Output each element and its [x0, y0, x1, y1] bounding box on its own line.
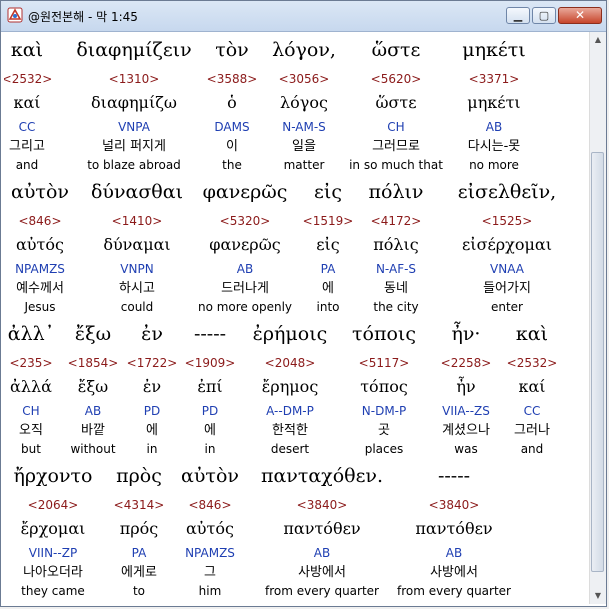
word-korean-1-6: 다시는-못 — [467, 139, 521, 154]
word-greek-2-6: εἰσελθεῖν, — [457, 181, 557, 203]
app-logo-icon — [7, 7, 23, 23]
scroll-down-arrow-icon[interactable]: ▼ — [591, 588, 605, 604]
scrollbar-thumb[interactable] — [591, 152, 604, 572]
word-lemma-1-6: μηκέτι — [467, 93, 521, 112]
word-lemma-2-6: εἰσέρχομαι — [462, 235, 552, 254]
minimize-button[interactable]: ▁ — [506, 7, 530, 24]
minimize-icon: ▁ — [513, 9, 523, 22]
vertical-scrollbar[interactable]: ▲ ▼ — [589, 32, 606, 604]
word-greek-4-5: ----- — [437, 465, 471, 487]
word-strong-4-5[interactable]: <3840> — [364, 497, 544, 513]
word-lemma-3-8: καί — [518, 377, 546, 396]
app-window: @원전본해 - 막 1:45 ▁ ▢ ✕ καὶ <2532> καί CC 그리고 an… — [0, 0, 607, 607]
word-english-2-6: enter — [490, 300, 523, 314]
word-greek-3-8: καὶ — [515, 323, 549, 345]
word-korean-3-8: 그러나 — [514, 423, 550, 438]
word-parse-1-6: AB — [485, 120, 503, 134]
window-title: @원전본해 - 막 1:45 — [28, 10, 138, 24]
maximize-button[interactable]: ▢ — [532, 7, 556, 24]
word-parse-4-5: AB — [445, 546, 463, 560]
word-parse-2-6: VNAA — [490, 262, 524, 276]
word-greek-1-6: μηκέτι — [462, 39, 526, 61]
word-parse-3-8: CC — [523, 404, 541, 418]
close-button[interactable]: ✕ — [558, 7, 602, 24]
word-korean-2-6: 들어가지 — [483, 281, 531, 296]
word-strong-3-8[interactable]: <2532> — [442, 355, 589, 371]
interlinear-text-view[interactable]: καὶ <2532> καί CC 그리고 and διαφημίζειν <1310> δια… — [4, 32, 589, 604]
word-lemma-4-5: παντόθεν — [415, 519, 493, 538]
word-english-4-5: from every quarter — [397, 584, 511, 598]
title-bar[interactable]: @원전본해 - 막 1:45 ▁ ▢ ✕ — [1, 1, 606, 32]
maximize-icon: ▢ — [538, 9, 550, 22]
word-english-1-6: no more — [469, 158, 519, 172]
word-english-3-8: and — [520, 442, 544, 456]
word-korean-4-5: 사방에서 — [430, 565, 478, 580]
word-strong-1-6[interactable]: <3371> — [404, 71, 584, 87]
scroll-up-arrow-icon[interactable]: ▲ — [591, 32, 605, 48]
word-strong-2-6[interactable]: <1525> — [417, 213, 589, 229]
close-icon: ✕ — [574, 8, 586, 22]
